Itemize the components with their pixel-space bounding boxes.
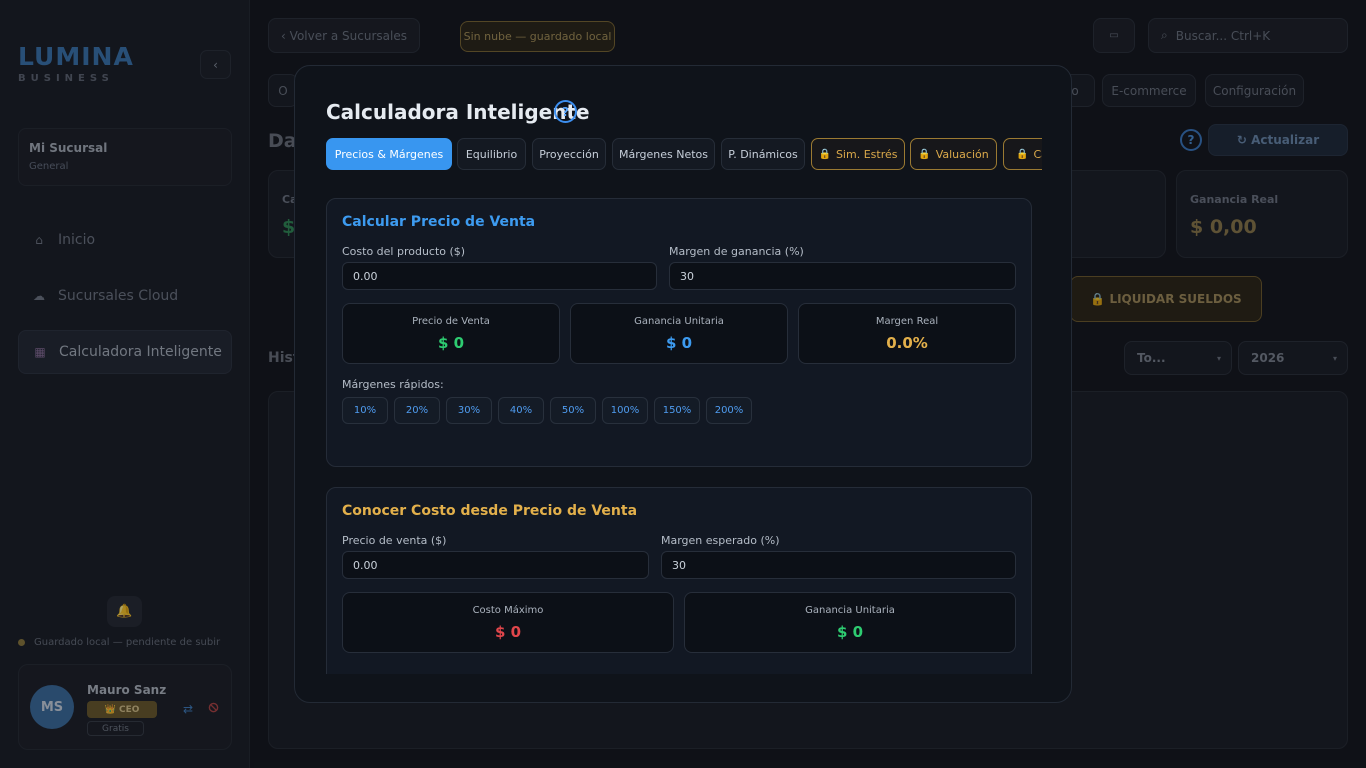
tab-label: Valuación [935,147,989,161]
quick-margin-chip[interactable]: 100% [602,397,648,424]
lock-icon: 🔒 [1016,148,1029,160]
cost-input[interactable]: 0.00 [342,262,657,290]
cost-section: Conocer Costo desde Precio de Venta Prec… [326,487,1032,674]
result-ganancia-unitaria: Ganancia Unitaria $ 0 [684,592,1016,653]
modal-title: Calculadora Inteligente [326,100,590,124]
help-button[interactable]: ? [554,100,577,123]
result-value: 0.0% [886,334,928,352]
expected-margin-label: Margen esperado (%) [661,534,780,547]
lock-icon: 🔒 [818,148,831,160]
price-label: Precio de venta ($) [342,534,447,547]
section-title: Calcular Precio de Venta [342,214,536,230]
tab-proyeccion[interactable]: Proyección [532,138,606,170]
result-value: $ 0 [494,623,522,641]
margin-input[interactable]: 30 [669,262,1016,290]
result-margen-real: Margen Real 0.0% [798,303,1016,364]
margin-label: Margen de ganancia (%) [669,245,804,258]
quick-margin-chip[interactable]: 40% [498,397,544,424]
result-precio-venta: Precio de Venta $ 0 [342,303,560,364]
result-value: $ 0 [665,334,693,352]
section-title: Conocer Costo desde Precio de Venta [342,503,638,519]
quick-margin-chip[interactable]: 200% [706,397,752,424]
price-input[interactable]: 0.00 [342,551,649,579]
app-root: LUMINA BUSINESS ‹ Mi Sucursal General ⌂ … [0,0,1366,768]
result-label: Costo Máximo [472,605,544,616]
result-label: Ganancia Unitaria [805,605,895,616]
quick-margins-label: Márgenes rápidos: [342,378,444,391]
tab-equilibrio[interactable]: Equilibrio [457,138,526,170]
calculator-tabs: Precios & Márgenes Equilibrio Proyección… [326,138,1042,172]
quick-margin-chip[interactable]: 150% [654,397,700,424]
tab-precios-margenes[interactable]: Precios & Márgenes [326,138,452,170]
tab-label: Ca [1033,147,1042,161]
result-label: Precio de Venta [412,316,490,327]
expected-margin-input[interactable]: 30 [661,551,1016,579]
tab-sim-estres[interactable]: 🔒 Sim. Estrés [811,138,905,170]
result-ganancia-unitaria: Ganancia Unitaria $ 0 [570,303,788,364]
tab-valuacion[interactable]: 🔒 Valuación [910,138,997,170]
result-costo-maximo: Costo Máximo $ 0 [342,592,674,653]
result-value: $ 0 [437,334,465,352]
tab-partial[interactable]: 🔒 Ca [1003,138,1042,170]
result-label: Margen Real [875,316,939,327]
quick-margin-chip[interactable]: 50% [550,397,596,424]
modal-body[interactable]: Calcular Precio de Venta Costo del produ… [326,198,1032,674]
quick-margin-chip[interactable]: 10% [342,397,388,424]
quick-margin-chip[interactable]: 20% [394,397,440,424]
lock-icon: 🔒 [918,148,931,160]
tab-precios-dinamicos[interactable]: P. Dinámicos [721,138,805,170]
price-section: Calcular Precio de Venta Costo del produ… [326,198,1032,467]
quick-margin-chip[interactable]: 30% [446,397,492,424]
result-value: $ 0 [836,623,864,641]
result-label: Ganancia Unitaria [634,316,724,327]
tab-label: Sim. Estrés [835,147,898,161]
cost-label: Costo del producto ($) [342,245,466,258]
tab-margenes-netos[interactable]: Márgenes Netos [612,138,715,170]
calculator-modal: Calculadora Inteligente ? Precios & Márg… [294,65,1072,703]
